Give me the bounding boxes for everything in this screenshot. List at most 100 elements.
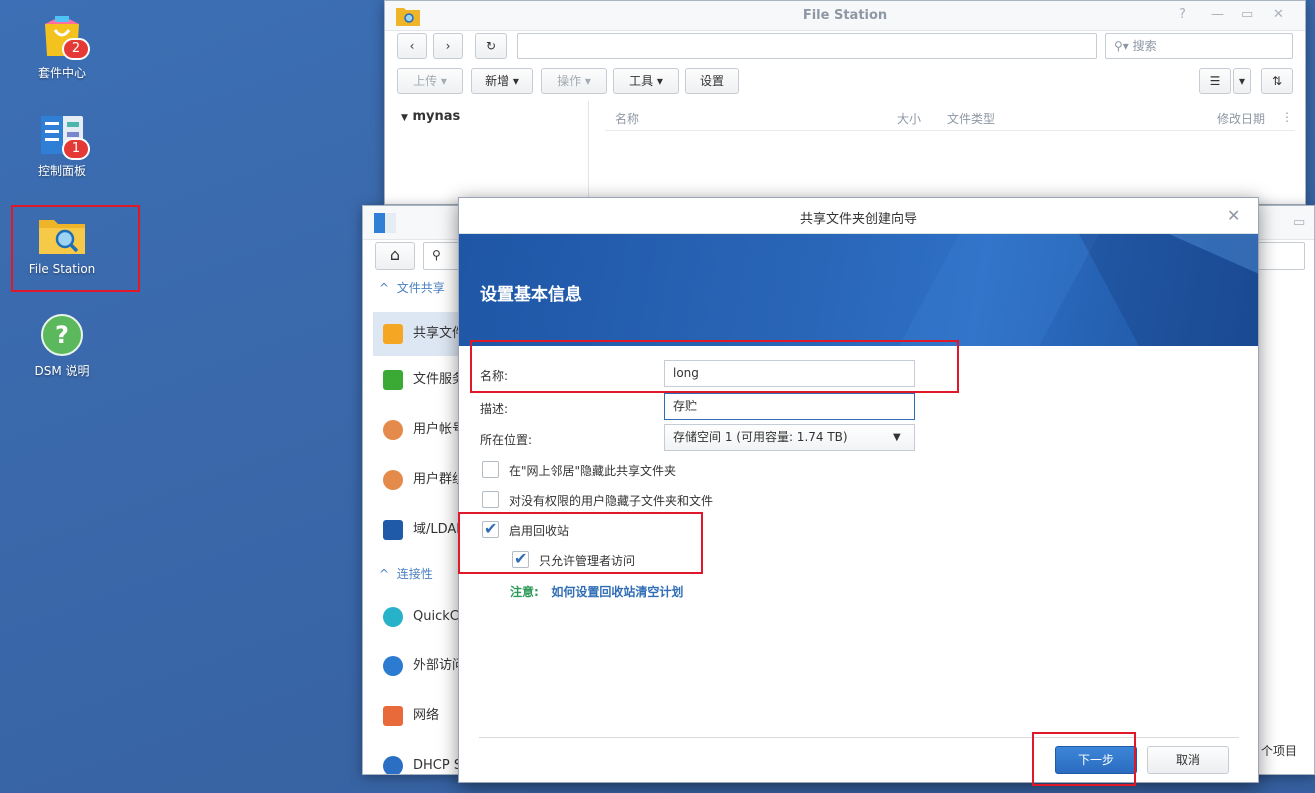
next-button[interactable]: 下一步 <box>1055 746 1137 774</box>
back-button[interactable]: ‹ <box>397 33 427 59</box>
settings-button[interactable]: 设置 <box>685 68 739 94</box>
shared-folder-wizard-dialog: 共享文件夹创建向导 ✕ 设置基本信息 名称: long 描述: 存贮 所在位置:… <box>458 197 1259 783</box>
forward-button[interactable]: › <box>433 33 463 59</box>
wizard-titlebar: 共享文件夹创建向导 ✕ <box>459 198 1258 234</box>
column-header-name[interactable]: 名称 <box>615 110 639 127</box>
maximize-icon[interactable]: ▭ <box>1241 7 1253 22</box>
file-list-header: 名称 大小 文件类型 修改日期 ⋮ <box>605 105 1295 131</box>
sidebar-item-shared-folder[interactable]: 共享文件 <box>373 312 461 356</box>
hide-in-network-checkbox[interactable] <box>482 461 499 478</box>
recycle-bin-note: 注意: 如何设置回收站清空计划 <box>510 583 683 600</box>
network-home-icon <box>383 706 403 726</box>
new-button[interactable]: 新增 ▾ <box>471 68 533 94</box>
desktop-icon-label: 套件中心 <box>37 66 86 80</box>
tree-node-root[interactable]: ▼ mynas <box>401 109 460 124</box>
close-icon[interactable]: ✕ <box>1273 7 1284 22</box>
quickconnect-icon <box>383 607 403 627</box>
item-count-status: 个项目 <box>1261 744 1298 758</box>
chevron-up-icon: ^ <box>379 567 390 581</box>
file-station-window: File Station ? — ▭ ✕ ‹ › ↻ ⚲▾ 搜索 上传 ▾ 新增… <box>384 0 1306 205</box>
help-icon: ? <box>41 314 83 356</box>
refresh-button[interactable]: ↻ <box>475 33 507 59</box>
help-icon[interactable]: ? <box>1179 7 1186 22</box>
footer-divider <box>479 737 1239 738</box>
section-header-file-sharing[interactable]: ^ 文件共享 <box>379 279 445 296</box>
tools-button[interactable]: 工具 ▾ <box>613 68 679 94</box>
refresh-icon: ↻ <box>485 39 497 53</box>
chevron-up-icon: ^ <box>379 281 390 295</box>
list-view-icon: ☰ <box>1209 74 1221 88</box>
search-icon: ⚲▾ <box>1114 39 1129 53</box>
desktop-icon-label: 控制面板 <box>37 164 86 178</box>
wizard-banner: 设置基本信息 <box>459 234 1258 346</box>
desktop-icon-control-panel[interactable]: 1 控制面板 <box>12 112 112 179</box>
hide-subfolders-checkbox[interactable] <box>482 491 499 508</box>
admin-only-checkbox[interactable]: ✔ <box>512 549 529 568</box>
upload-button[interactable]: 上传 ▾ <box>397 68 463 94</box>
user-icon <box>383 420 403 440</box>
hide-subfolders-label: 对没有权限的用户隐藏子文件夹和文件 <box>509 494 714 508</box>
file-services-icon <box>383 370 403 390</box>
banner-decoration <box>899 234 1258 346</box>
sidebar-item-user[interactable]: 用户帐号 <box>373 412 461 448</box>
group-icon <box>383 470 403 490</box>
column-header-type[interactable]: 文件类型 <box>947 110 995 127</box>
search-icon: ⚲ <box>432 248 441 262</box>
minimize-icon[interactable]: — <box>1211 7 1224 22</box>
cancel-button[interactable]: 取消 <box>1147 746 1229 774</box>
domain-icon <box>383 520 403 540</box>
location-label: 所在位置: <box>480 433 533 447</box>
sidebar-item-domain-ldap[interactable]: 域/LDAP <box>373 512 461 548</box>
shared-folder-icon <box>383 324 403 344</box>
chevron-down-icon: ▾ <box>1238 74 1246 88</box>
path-input[interactable] <box>517 33 1097 59</box>
description-label: 描述: <box>480 402 509 416</box>
wizard-title: 共享文件夹创建向导 <box>799 212 917 227</box>
notification-badge: 2 <box>62 38 90 60</box>
search-input[interactable]: ⚲▾ 搜索 <box>1105 33 1293 59</box>
description-field[interactable]: 存贮 <box>664 393 915 420</box>
checkmark-icon: ✔ <box>514 549 528 568</box>
view-dropdown-button[interactable]: ▾ <box>1233 68 1251 94</box>
desktop-icon-file-station[interactable]: File Station <box>12 212 112 276</box>
section-header-connectivity[interactable]: ^ 连接性 <box>379 565 433 582</box>
enable-recycle-bin-checkbox[interactable]: ✔ <box>482 519 499 538</box>
folder-tree: ▼ mynas <box>385 101 589 205</box>
control-panel-app-icon <box>374 213 396 233</box>
dhcp-icon <box>383 756 403 774</box>
sidebar-item-dhcp[interactable]: DHCP Server <box>373 748 461 774</box>
maximize-icon[interactable]: ▭ <box>1293 215 1305 230</box>
window-title: File Station <box>802 8 888 23</box>
sidebar-item-external-access[interactable]: 外部访问 <box>373 648 461 684</box>
location-selected-value: 存储空间 1 (可用容量: 1.74 TB) <box>673 430 848 444</box>
action-button[interactable]: 操作 ▾ <box>541 68 607 94</box>
checkmark-icon: ✔ <box>484 519 498 538</box>
chevron-left-icon: ‹ <box>409 39 415 53</box>
name-field[interactable]: long <box>664 360 915 387</box>
column-header-size[interactable]: 大小 <box>897 110 921 127</box>
desktop-icon-label: File Station <box>28 262 96 276</box>
note-prefix: 注意: <box>510 585 539 599</box>
file-station-titlebar: File Station ? — ▭ ✕ <box>385 1 1305 31</box>
location-select[interactable]: 存储空间 1 (可用容量: 1.74 TB) ▼ <box>664 424 915 451</box>
recycle-bin-schedule-link[interactable]: 如何设置回收站清空计划 <box>551 585 683 599</box>
globe-icon <box>383 656 403 676</box>
desktop-icon-dsm-help[interactable]: ? DSM 说明 <box>12 312 112 379</box>
sidebar-item-network[interactable]: 网络 <box>373 698 461 734</box>
sidebar-item-group[interactable]: 用户群组 <box>373 462 461 498</box>
enable-recycle-bin-label: 启用回收站 <box>509 524 570 538</box>
home-button[interactable]: ⌂ <box>375 242 415 270</box>
sort-icon: ⇅ <box>1271 74 1283 88</box>
home-icon: ⌂ <box>389 245 401 264</box>
svg-text:?: ? <box>55 321 69 349</box>
admin-only-label: 只允许管理者访问 <box>539 554 636 568</box>
notification-badge: 1 <box>62 138 90 160</box>
column-menu-icon[interactable]: ⋮ <box>1281 110 1293 124</box>
sidebar-item-file-services[interactable]: 文件服务 <box>373 362 461 398</box>
view-list-button[interactable]: ☰ <box>1199 68 1231 94</box>
sidebar-item-quickconnect[interactable]: QuickConnect <box>373 599 461 635</box>
column-header-modified[interactable]: 修改日期 <box>1217 110 1265 127</box>
desktop-icon-package-center[interactable]: 2 套件中心 <box>12 10 112 81</box>
sort-button[interactable]: ⇅ <box>1261 68 1293 94</box>
close-icon[interactable]: ✕ <box>1227 206 1240 225</box>
